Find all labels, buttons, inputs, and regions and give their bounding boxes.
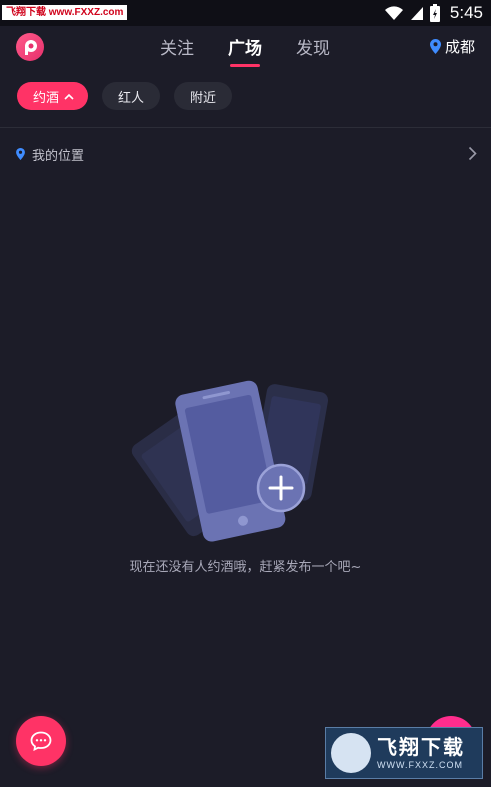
chevron-up-icon <box>64 93 74 100</box>
wifi-icon <box>384 6 403 20</box>
my-location-label: 我的位置 <box>32 148 85 164</box>
city-selector[interactable]: 成都 <box>429 36 475 57</box>
main-tabs: 关注 广场 发现 <box>160 34 330 67</box>
chip-drink[interactable]: 约酒 <box>17 82 89 110</box>
chat-button[interactable] <box>16 716 66 766</box>
tab-following[interactable]: 关注 <box>160 34 194 59</box>
city-label: 成都 <box>444 38 475 56</box>
chip-influencer[interactable]: 红人 <box>102 82 161 110</box>
chip-influencer-label: 红人 <box>118 90 145 106</box>
my-location-row[interactable]: 我的位置 <box>16 143 477 165</box>
battery-icon <box>429 4 440 22</box>
watermark-badge: 飞翔下载 WWW.FXXZ.COM <box>325 727 483 779</box>
watermark-badge-text: 飞翔下载 WWW.FXXZ.COM <box>377 735 465 771</box>
status-time: 5:45 <box>449 3 483 22</box>
watermark-text: 飞翔下载 www.FXXZ.com <box>2 5 128 20</box>
tab-square[interactable]: 广场 <box>228 34 262 67</box>
empty-state-message: 现在还没有人约酒哦，赶紧发布一个吧~ <box>129 560 362 575</box>
divider <box>0 127 491 128</box>
watermark-badge-url: WWW.FXXZ.COM <box>377 760 463 770</box>
watermark-logo-icon <box>331 733 371 773</box>
location-pin-icon <box>16 148 25 160</box>
signal-icon <box>410 7 423 20</box>
status-bar: 飞翔下载 www.FXXZ.com 5:45 <box>0 0 491 26</box>
watermark-badge-title: 飞翔下载 <box>377 735 465 759</box>
app-logo-icon[interactable] <box>16 33 44 61</box>
chip-drink-label: 约酒 <box>33 90 60 106</box>
status-icons: 5:45 <box>384 3 483 23</box>
chat-icon <box>30 731 52 751</box>
chip-nearby[interactable]: 附近 <box>174 82 233 110</box>
chevron-right-icon <box>468 146 477 161</box>
top-nav: 关注 广场 发现 成都 <box>0 26 491 70</box>
location-pin-icon <box>429 39 441 54</box>
filter-chips: 约酒 红人 附近 <box>17 82 233 110</box>
chip-nearby-label: 附近 <box>190 90 217 106</box>
tab-discover[interactable]: 发现 <box>296 34 330 59</box>
empty-phone-illustration <box>131 380 329 542</box>
